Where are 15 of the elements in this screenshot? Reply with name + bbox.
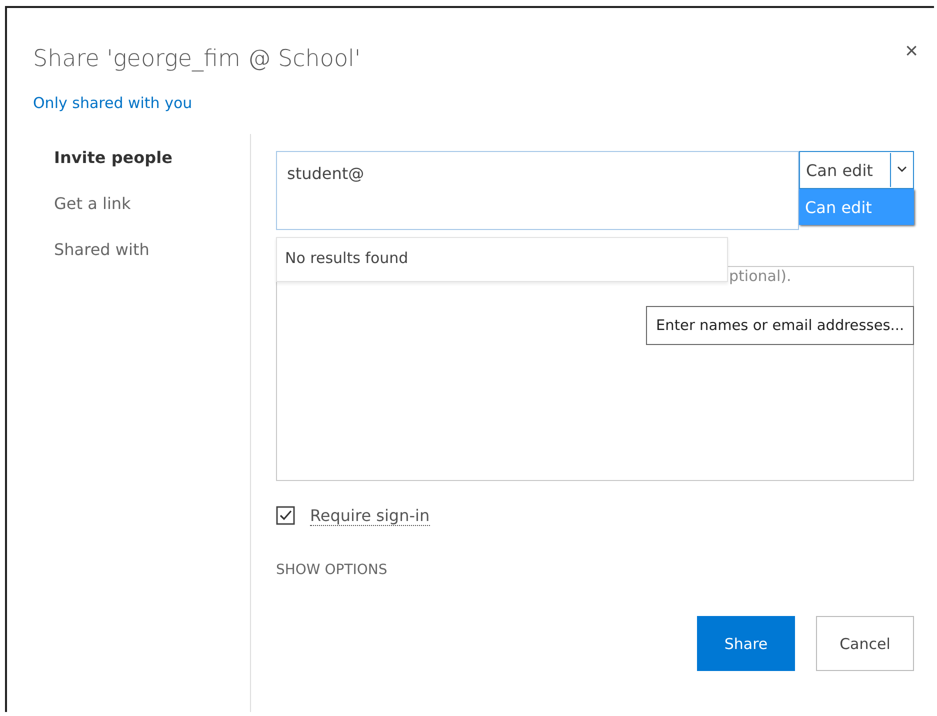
tooltip: Enter names or email addresses...	[646, 306, 914, 345]
close-button[interactable]: ×	[905, 38, 918, 64]
sharing-status-link[interactable]: Only shared with you	[33, 94, 192, 112]
show-options-link[interactable]: SHOW OPTIONS	[276, 562, 914, 578]
results-popup: No results found	[276, 237, 728, 282]
invite-field[interactable]: student@	[276, 151, 799, 230]
checkbox[interactable]	[276, 506, 296, 526]
message-field[interactable]: ptional). Enter names or email addresses...	[276, 266, 914, 481]
cancel-button[interactable]: Cancel	[816, 616, 914, 671]
share-button[interactable]: Share	[697, 616, 795, 671]
nav-item[interactable]: Get a link	[54, 194, 250, 213]
checkbox-label: Require sign-in	[310, 506, 430, 526]
nav-item[interactable]: Shared with	[54, 240, 250, 259]
nav-item[interactable]: Invite people	[54, 148, 250, 167]
dialog-title: Share 'george_fim @ School'	[33, 46, 361, 72]
